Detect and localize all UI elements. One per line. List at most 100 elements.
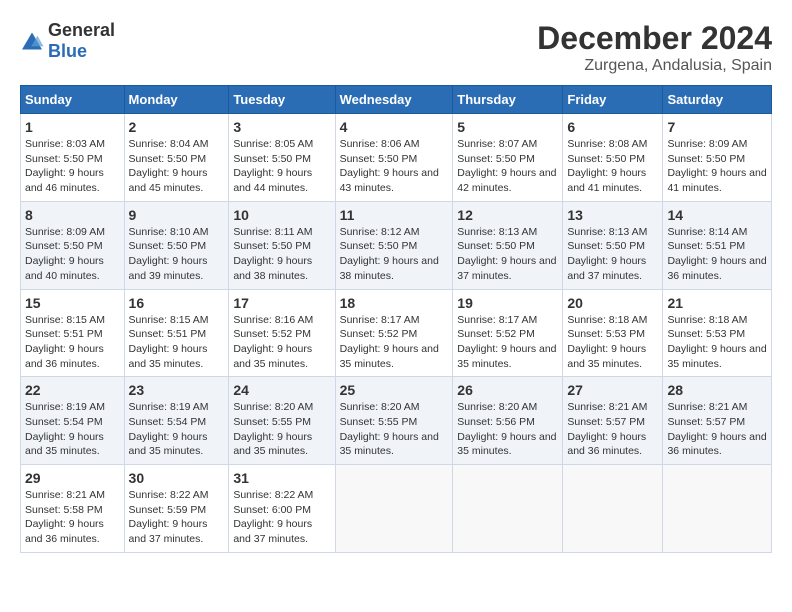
day-info: Sunrise: 8:19 AMSunset: 5:54 PMDaylight:… bbox=[25, 400, 120, 459]
day-info: Sunrise: 8:20 AMSunset: 5:55 PMDaylight:… bbox=[233, 400, 330, 459]
day-info: Sunrise: 8:22 AMSunset: 6:00 PMDaylight:… bbox=[233, 488, 330, 547]
day-info: Sunrise: 8:09 AMSunset: 5:50 PMDaylight:… bbox=[25, 225, 120, 284]
day-info: Sunrise: 8:22 AMSunset: 5:59 PMDaylight:… bbox=[129, 488, 225, 547]
col-header-thursday: Thursday bbox=[453, 86, 563, 114]
calendar-cell bbox=[453, 465, 563, 553]
calendar-cell: 27 Sunrise: 8:21 AMSunset: 5:57 PMDayligh… bbox=[563, 377, 663, 465]
day-info: Sunrise: 8:20 AMSunset: 5:55 PMDaylight:… bbox=[340, 400, 449, 459]
col-header-monday: Monday bbox=[124, 86, 229, 114]
day-number: 25 bbox=[340, 382, 449, 398]
day-number: 4 bbox=[340, 119, 449, 135]
week-row-4: 22 Sunrise: 8:19 AMSunset: 5:54 PMDayligh… bbox=[21, 377, 772, 465]
day-number: 24 bbox=[233, 382, 330, 398]
day-number: 19 bbox=[457, 295, 558, 311]
day-number: 21 bbox=[667, 295, 767, 311]
day-number: 15 bbox=[25, 295, 120, 311]
day-number: 22 bbox=[25, 382, 120, 398]
logo-text: General Blue bbox=[48, 20, 115, 62]
day-number: 14 bbox=[667, 207, 767, 223]
calendar-cell: 22 Sunrise: 8:19 AMSunset: 5:54 PMDayligh… bbox=[21, 377, 125, 465]
day-info: Sunrise: 8:17 AMSunset: 5:52 PMDaylight:… bbox=[340, 313, 449, 372]
calendar-cell: 17Sunrise: 8:16 AMSunset: 5:52 PMDayligh… bbox=[229, 289, 335, 377]
day-number: 13 bbox=[567, 207, 658, 223]
calendar-cell: 13Sunrise: 8:13 AMSunset: 5:50 PMDayligh… bbox=[563, 201, 663, 289]
day-number: 7 bbox=[667, 119, 767, 135]
calendar-cell: 18Sunrise: 8:17 AMSunset: 5:52 PMDayligh… bbox=[335, 289, 453, 377]
day-number: 3 bbox=[233, 119, 330, 135]
calendar-cell: 24 Sunrise: 8:20 AMSunset: 5:55 PMDayligh… bbox=[229, 377, 335, 465]
calendar-cell: 9 Sunrise: 8:10 AMSunset: 5:50 PMDaylight… bbox=[124, 201, 229, 289]
calendar-cell: 29Sunrise: 8:21 AMSunset: 5:58 PMDayligh… bbox=[21, 465, 125, 553]
calendar-cell: 25 Sunrise: 8:20 AMSunset: 5:55 PMDayligh… bbox=[335, 377, 453, 465]
calendar-cell: 10 Sunrise: 8:11 AMSunset: 5:50 PMDayligh… bbox=[229, 201, 335, 289]
calendar-cell: 15Sunrise: 8:15 AMSunset: 5:51 PMDayligh… bbox=[21, 289, 125, 377]
calendar-cell: 23 Sunrise: 8:19 AMSunset: 5:54 PMDayligh… bbox=[124, 377, 229, 465]
calendar-cell: 31Sunrise: 8:22 AMSunset: 6:00 PMDayligh… bbox=[229, 465, 335, 553]
calendar-cell: 1 Sunrise: 8:03 AMSunset: 5:50 PMDaylight… bbox=[21, 114, 125, 202]
subtitle: Zurgena, Andalusia, Spain bbox=[537, 57, 772, 75]
calendar-cell: 19 Sunrise: 8:17 AMSunset: 5:52 PMDayligh… bbox=[453, 289, 563, 377]
day-info: Sunrise: 8:21 AMSunset: 5:58 PMDaylight:… bbox=[25, 488, 120, 547]
day-info: Sunrise: 8:21 AMSunset: 5:57 PMDaylight:… bbox=[667, 400, 767, 459]
day-info: Sunrise: 8:06 AMSunset: 5:50 PMDaylight:… bbox=[340, 137, 449, 196]
day-number: 27 bbox=[567, 382, 658, 398]
day-info: Sunrise: 8:11 AMSunset: 5:50 PMDaylight:… bbox=[233, 225, 330, 284]
calendar-cell: 6Sunrise: 8:08 AMSunset: 5:50 PMDaylight… bbox=[563, 114, 663, 202]
calendar-cell: 26Sunrise: 8:20 AMSunset: 5:56 PMDayligh… bbox=[453, 377, 563, 465]
calendar-cell: 7 Sunrise: 8:09 AMSunset: 5:50 PMDaylight… bbox=[663, 114, 772, 202]
calendar-table: SundayMondayTuesdayWednesdayThursdayFrid… bbox=[20, 85, 772, 553]
day-info: Sunrise: 8:15 AMSunset: 5:51 PMDaylight:… bbox=[129, 313, 225, 372]
day-info: Sunrise: 8:09 AMSunset: 5:50 PMDaylight:… bbox=[667, 137, 767, 196]
calendar-cell: 5 Sunrise: 8:07 AMSunset: 5:50 PMDaylight… bbox=[453, 114, 563, 202]
day-info: Sunrise: 8:04 AMSunset: 5:50 PMDaylight:… bbox=[129, 137, 225, 196]
calendar-cell: 16 Sunrise: 8:15 AMSunset: 5:51 PMDayligh… bbox=[124, 289, 229, 377]
calendar-cell: 2 Sunrise: 8:04 AMSunset: 5:50 PMDaylight… bbox=[124, 114, 229, 202]
day-info: Sunrise: 8:18 AMSunset: 5:53 PMDaylight:… bbox=[667, 313, 767, 372]
day-info: Sunrise: 8:21 AMSunset: 5:57 PMDaylight:… bbox=[567, 400, 658, 459]
day-number: 1 bbox=[25, 119, 120, 135]
week-row-2: 8 Sunrise: 8:09 AMSunset: 5:50 PMDaylight… bbox=[21, 201, 772, 289]
calendar-cell: 3 Sunrise: 8:05 AMSunset: 5:50 PMDaylight… bbox=[229, 114, 335, 202]
day-number: 16 bbox=[129, 295, 225, 311]
day-info: Sunrise: 8:13 AMSunset: 5:50 PMDaylight:… bbox=[457, 225, 558, 284]
day-info: Sunrise: 8:17 AMSunset: 5:52 PMDaylight:… bbox=[457, 313, 558, 372]
day-info: Sunrise: 8:07 AMSunset: 5:50 PMDaylight:… bbox=[457, 137, 558, 196]
week-row-5: 29Sunrise: 8:21 AMSunset: 5:58 PMDayligh… bbox=[21, 465, 772, 553]
day-number: 9 bbox=[129, 207, 225, 223]
logo-general: General bbox=[48, 20, 115, 40]
calendar-cell: 8 Sunrise: 8:09 AMSunset: 5:50 PMDaylight… bbox=[21, 201, 125, 289]
col-header-saturday: Saturday bbox=[663, 86, 772, 114]
col-header-friday: Friday bbox=[563, 86, 663, 114]
day-number: 30 bbox=[129, 470, 225, 486]
day-info: Sunrise: 8:08 AMSunset: 5:50 PMDaylight:… bbox=[567, 137, 658, 196]
calendar-cell: 4 Sunrise: 8:06 AMSunset: 5:50 PMDaylight… bbox=[335, 114, 453, 202]
day-number: 5 bbox=[457, 119, 558, 135]
day-number: 8 bbox=[25, 207, 120, 223]
calendar-cell: 12 Sunrise: 8:13 AMSunset: 5:50 PMDayligh… bbox=[453, 201, 563, 289]
day-info: Sunrise: 8:10 AMSunset: 5:50 PMDaylight:… bbox=[129, 225, 225, 284]
day-info: Sunrise: 8:14 AMSunset: 5:51 PMDaylight:… bbox=[667, 225, 767, 284]
day-info: Sunrise: 8:05 AMSunset: 5:50 PMDaylight:… bbox=[233, 137, 330, 196]
calendar-cell: 28 Sunrise: 8:21 AMSunset: 5:57 PMDayligh… bbox=[663, 377, 772, 465]
col-header-sunday: Sunday bbox=[21, 86, 125, 114]
calendar-cell bbox=[335, 465, 453, 553]
calendar-cell bbox=[663, 465, 772, 553]
day-number: 17 bbox=[233, 295, 330, 311]
calendar-cell: 14 Sunrise: 8:14 AMSunset: 5:51 PMDayligh… bbox=[663, 201, 772, 289]
day-info: Sunrise: 8:18 AMSunset: 5:53 PMDaylight:… bbox=[567, 313, 658, 372]
day-number: 23 bbox=[129, 382, 225, 398]
main-title: December 2024 bbox=[537, 20, 772, 57]
logo-icon bbox=[20, 31, 44, 51]
day-number: 26 bbox=[457, 382, 558, 398]
week-row-1: 1 Sunrise: 8:03 AMSunset: 5:50 PMDaylight… bbox=[21, 114, 772, 202]
calendar-cell: 20Sunrise: 8:18 AMSunset: 5:53 PMDayligh… bbox=[563, 289, 663, 377]
day-info: Sunrise: 8:19 AMSunset: 5:54 PMDaylight:… bbox=[129, 400, 225, 459]
day-number: 2 bbox=[129, 119, 225, 135]
day-number: 28 bbox=[667, 382, 767, 398]
col-header-tuesday: Tuesday bbox=[229, 86, 335, 114]
day-number: 10 bbox=[233, 207, 330, 223]
header: General Blue December 2024 Zurgena, Anda… bbox=[20, 20, 772, 75]
day-info: Sunrise: 8:03 AMSunset: 5:50 PMDaylight:… bbox=[25, 137, 120, 196]
day-number: 12 bbox=[457, 207, 558, 223]
col-header-wednesday: Wednesday bbox=[335, 86, 453, 114]
